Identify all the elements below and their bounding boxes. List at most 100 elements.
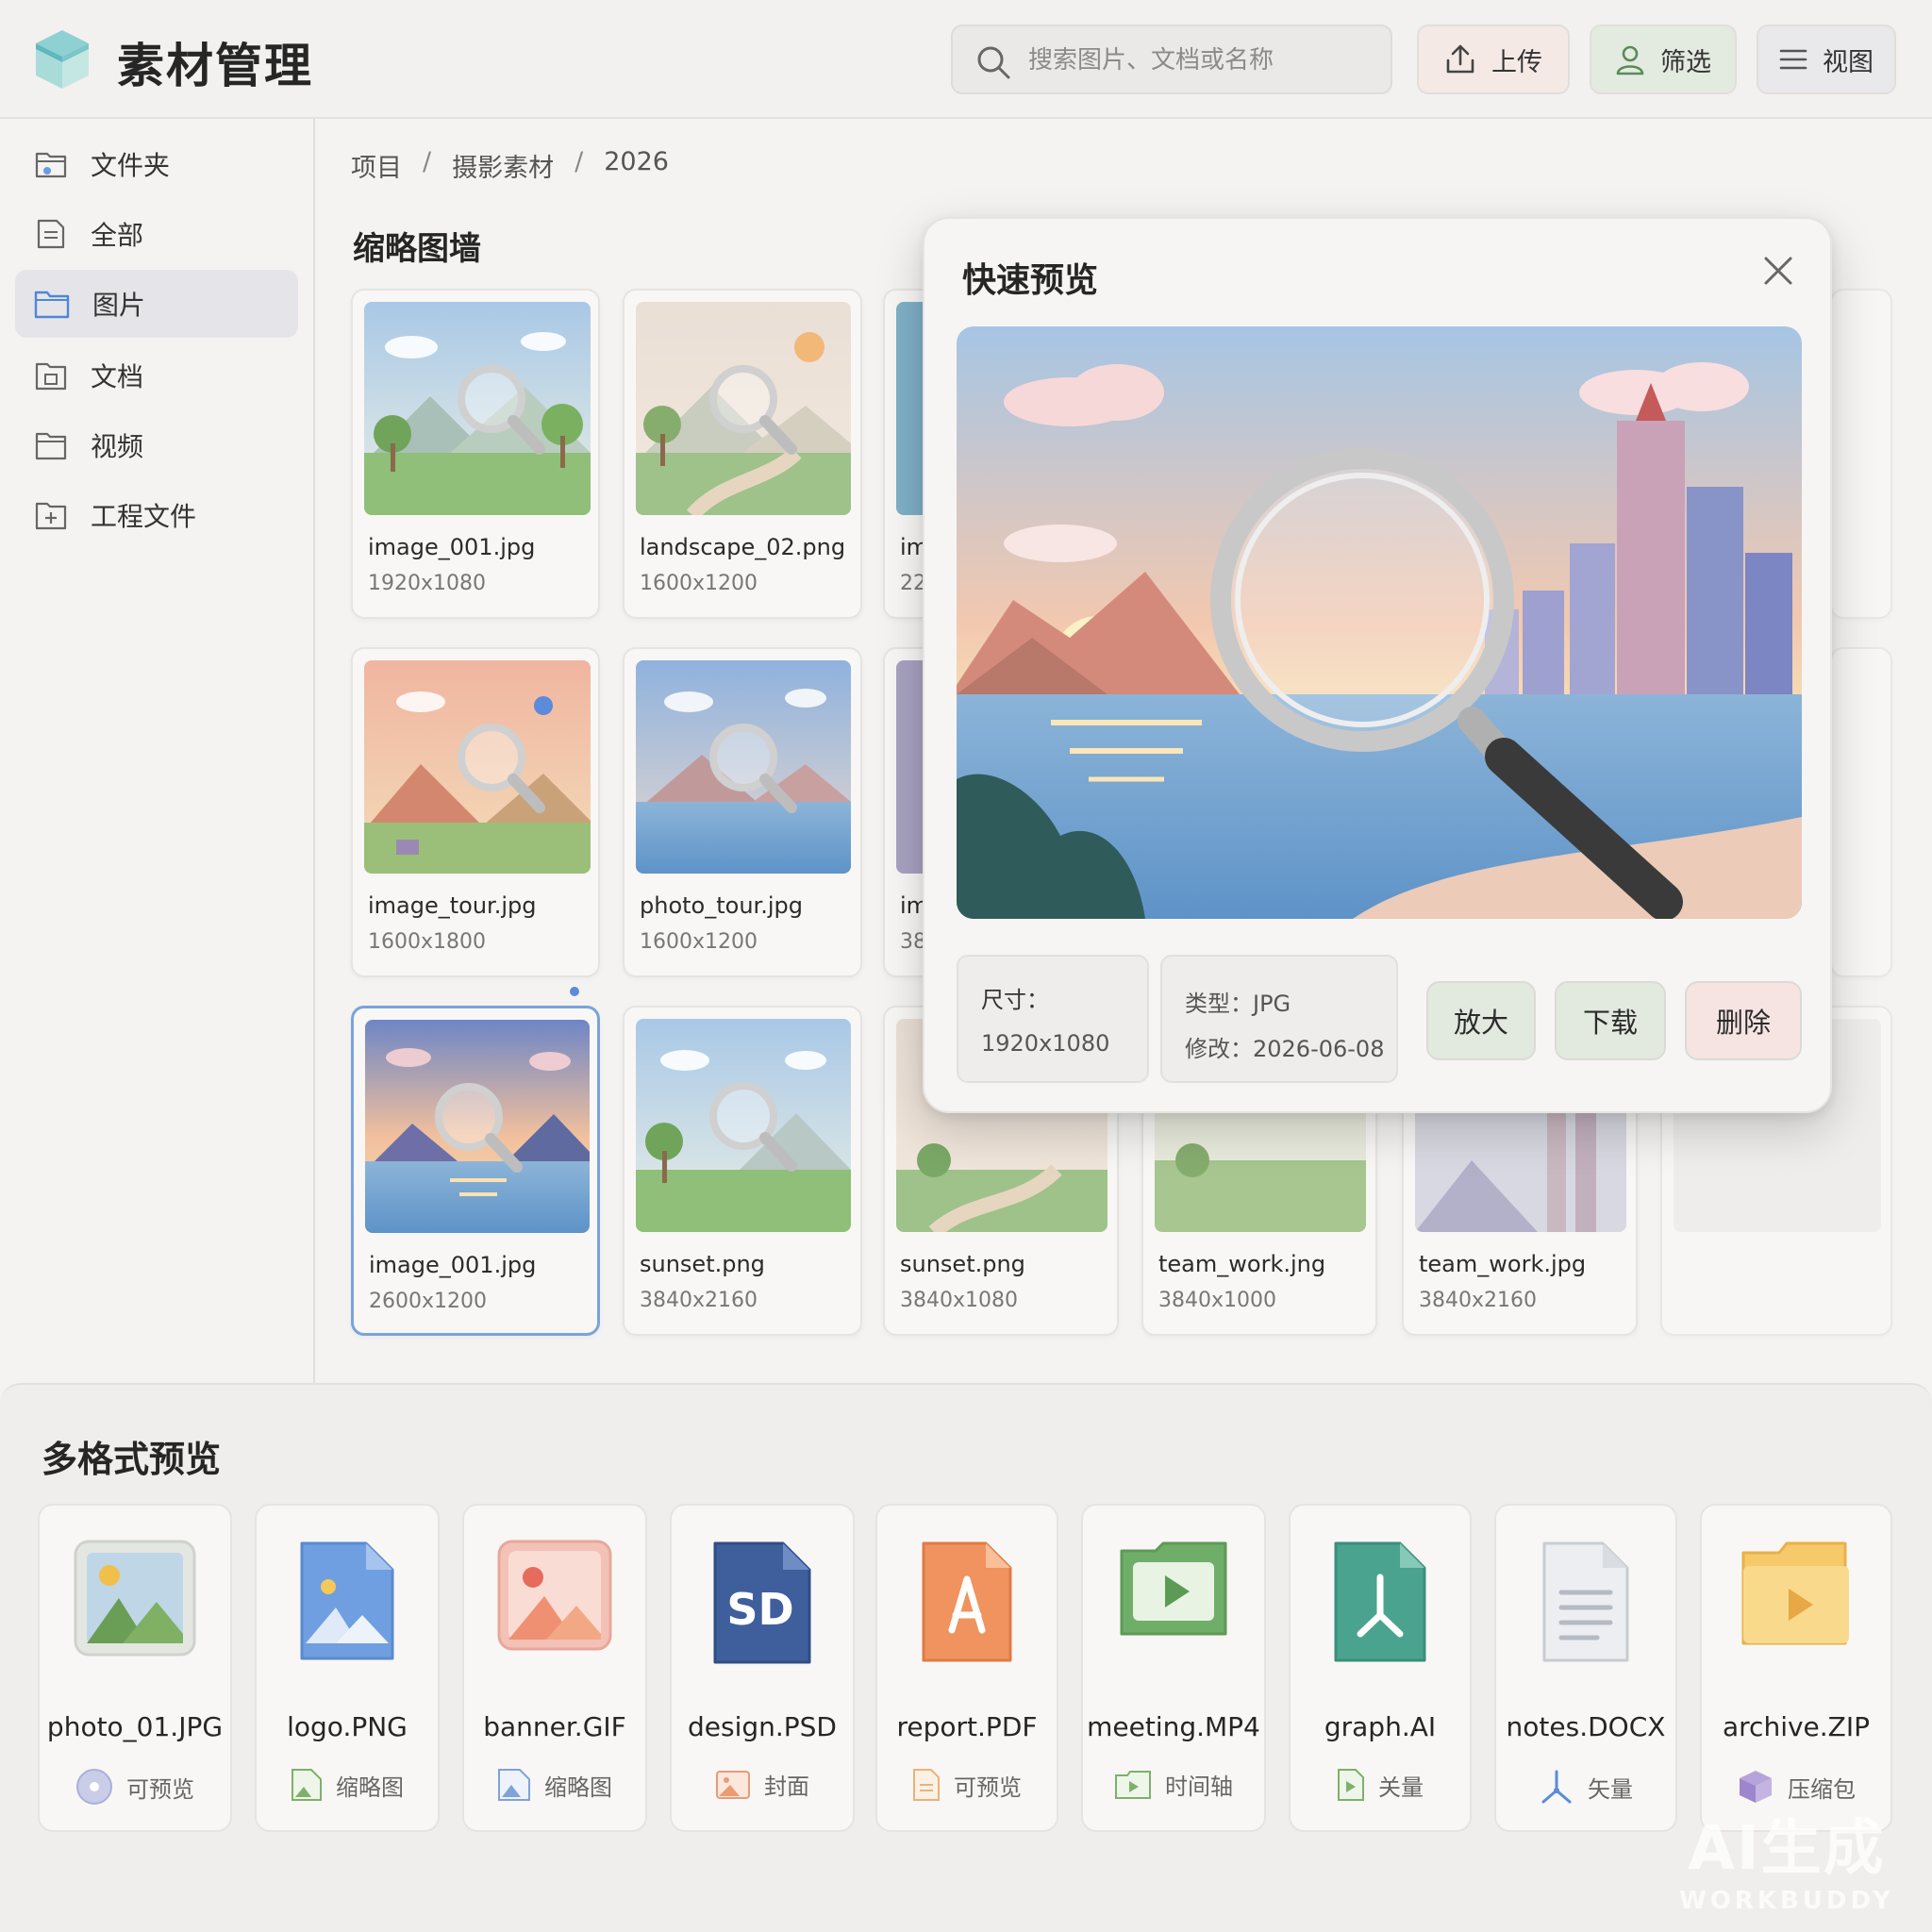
docx-file-icon: [1542, 1541, 1629, 1662]
format-card-zip[interactable]: archive.ZIP 压缩包: [1700, 1504, 1892, 1832]
format-card-png[interactable]: logo.PNG 缩略图: [255, 1504, 440, 1832]
disc-icon: [76, 1769, 112, 1805]
format-file-name: meeting.MP4: [1087, 1711, 1260, 1742]
preview-image: [957, 326, 1802, 919]
format-card-pdf[interactable]: report.PDF 可预览: [875, 1504, 1058, 1832]
sidebar-item-images[interactable]: 图片: [15, 270, 298, 338]
search-input[interactable]: [1028, 38, 1377, 83]
filter-button[interactable]: 筛选: [1590, 25, 1737, 94]
file-dimensions: 2600x1200: [369, 1290, 487, 1313]
file-name: landscape_02.png: [640, 534, 846, 560]
sidebar-item-folders[interactable]: 文件夹: [15, 130, 298, 198]
format-tag: 缩略图: [257, 1768, 438, 1802]
format-tag-label: 可预览: [954, 1774, 1022, 1801]
sidebar-item-label: 图片: [92, 290, 146, 321]
search-bar[interactable]: [951, 25, 1392, 94]
landscape-thumbnail: [364, 302, 591, 515]
folder-icon: [34, 291, 70, 319]
preview-title: 快速预览: [962, 261, 1099, 300]
document-icon: [35, 362, 67, 391]
doc-small-icon: [913, 1769, 940, 1801]
file-name: image_001.jpg: [368, 534, 536, 560]
formats-title: 多格式预览: [42, 1439, 222, 1480]
format-file-name: logo.PNG: [287, 1711, 408, 1742]
file-dimensions: 1920x1080: [368, 572, 486, 595]
format-card-docx[interactable]: notes.DOCX 矢量: [1494, 1504, 1677, 1832]
view-button[interactable]: 视图: [1757, 25, 1896, 94]
format-card-mp4[interactable]: meeting.MP4 时间轴: [1081, 1504, 1266, 1832]
sidebar-item-videos[interactable]: 视频: [15, 411, 298, 479]
breadcrumb-item[interactable]: 2026: [604, 147, 669, 184]
format-file-name: photo_01.JPG: [46, 1711, 224, 1742]
app-header: 素材管理 上传 筛选 视图: [0, 0, 1932, 119]
file-dimensions: 1600x1200: [640, 572, 758, 595]
psd-file-icon: SD: [713, 1541, 811, 1664]
watermark-line1: AI生成: [1688, 1814, 1886, 1884]
thumbnail-card[interactable]: sunset.png 3840x2160: [623, 1006, 862, 1336]
file-dimensions: 3840x2160: [640, 1289, 758, 1312]
vector-icon: [1541, 1770, 1572, 1804]
image-small-icon: [716, 1770, 750, 1799]
delete-button[interactable]: 删除: [1685, 981, 1802, 1060]
image-small-icon: [498, 1769, 530, 1801]
gif-file-icon: [497, 1540, 612, 1651]
pdf-file-icon: [922, 1541, 1012, 1662]
ai-file-icon: [1334, 1541, 1426, 1662]
format-card-gif[interactable]: banner.GIF 缩略图: [462, 1504, 647, 1832]
sidebar-item-project-files[interactable]: 工程文件: [15, 481, 298, 549]
thumbnail-card[interactable]: photo_tour.jpg 1600x1200: [623, 647, 862, 977]
format-file-name: archive.ZIP: [1723, 1711, 1870, 1742]
zoom-button[interactable]: 放大: [1426, 981, 1536, 1060]
thumbnail-card[interactable]: [1830, 289, 1892, 619]
upload-button[interactable]: 上传: [1417, 25, 1570, 94]
close-icon[interactable]: [1762, 255, 1794, 287]
app-title: 素材管理: [117, 39, 313, 93]
breadcrumb-item[interactable]: 项目: [351, 147, 402, 184]
thumbnail-card[interactable]: landscape_02.png 1600x1200: [623, 289, 862, 619]
image-small-icon: [291, 1769, 322, 1801]
thumbnail-card[interactable]: image_tour.jpg 1600x1800: [351, 647, 600, 977]
thumbnail-card-selected[interactable]: image_001.jpg 2600x1200: [351, 1006, 600, 1336]
breadcrumb-item[interactable]: 摄影素材: [452, 147, 554, 184]
filter-label: 筛选: [1660, 47, 1711, 77]
breadcrumb-separator: /: [575, 147, 584, 176]
meta-type-box: 类型：JPG 修改：2026-06-08: [1160, 955, 1398, 1083]
format-card-ai[interactable]: graph.AI 关量: [1289, 1504, 1472, 1832]
sidebar-item-label: 文档: [91, 361, 144, 392]
thumbnail-card[interactable]: image_001.jpg 1920x1080: [351, 289, 600, 619]
format-card-psd[interactable]: SD design.PSD 封面: [670, 1504, 855, 1832]
image-file-icon: [74, 1540, 196, 1657]
format-file-name: notes.DOCX: [1506, 1711, 1666, 1742]
sidebar-item-all[interactable]: 全部: [15, 200, 298, 268]
format-tag-label: 时间轴: [1165, 1774, 1233, 1800]
zip-folder-icon: [1741, 1541, 1849, 1645]
sidebar-item-documents[interactable]: 文档: [15, 341, 298, 409]
format-tag-label: 缩略图: [336, 1774, 404, 1801]
file-name: sunset.png: [900, 1251, 1025, 1277]
sidebar-item-label: 工程文件: [91, 501, 197, 532]
size-value: 1920x1080: [981, 1030, 1110, 1057]
format-tag-label: 可预览: [126, 1775, 194, 1803]
format-tag: 可预览: [40, 1768, 230, 1806]
breadcrumb: 项目 / 摄影素材 / 2026: [351, 147, 669, 184]
video-folder-icon: [35, 432, 67, 460]
psd-badge-text: SD: [726, 1584, 793, 1635]
format-tag-label: 压缩包: [1788, 1775, 1856, 1803]
thumbnail-card[interactable]: [1830, 647, 1892, 977]
size-label: 尺寸：: [981, 987, 1049, 1013]
file-name: photo_tour.jpg: [640, 892, 803, 919]
file-type: 类型：JPG: [1185, 991, 1291, 1017]
file-dimensions: 1600x1800: [368, 930, 486, 954]
file-name: sunset.png: [640, 1251, 765, 1277]
file-name: image_tour.jpg: [368, 892, 537, 919]
download-button[interactable]: 下载: [1555, 981, 1666, 1060]
file-name: image_001.jpg: [369, 1252, 537, 1278]
multi-format-section: 多格式预览 photo_01.JPG 可预览 logo.PNG 缩略图 bann…: [0, 1383, 1932, 1932]
format-card-jpg[interactable]: photo_01.JPG 可预览: [38, 1504, 232, 1832]
quick-preview-panel: 快速预览 尺寸： 1920x1080 类型：JPG 修改：2026-06-08 …: [923, 217, 1832, 1113]
user-filter-icon: [1616, 45, 1644, 75]
file-name: team_work.jng: [1158, 1251, 1326, 1277]
file-dimensions: 1600x1200: [640, 930, 758, 954]
folder-tree-icon: [35, 152, 67, 178]
all-files-icon: [37, 219, 65, 249]
